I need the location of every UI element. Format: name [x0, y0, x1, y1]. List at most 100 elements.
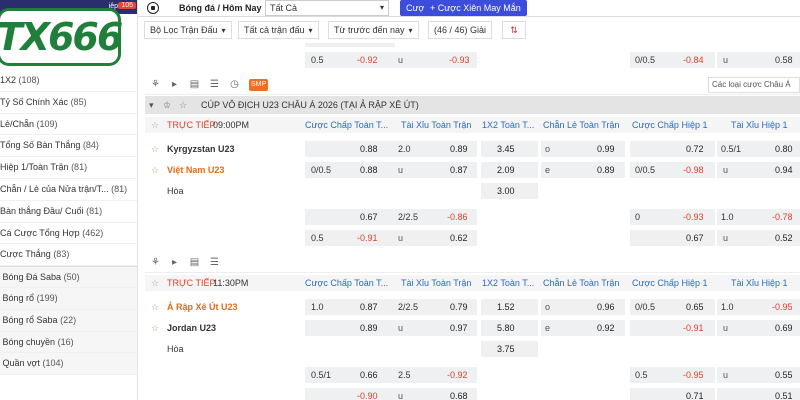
col-header-1x2: 1X2 Toàn T...: [482, 278, 535, 288]
sidebar-item-label: 1X2: [0, 75, 17, 85]
odds-cell[interactable]: [305, 209, 395, 225]
sidebar-item-total-goals[interactable]: Tổng Số Bàn Thắng (84): [0, 135, 137, 158]
chevron-down-icon: ▾: [408, 26, 413, 35]
odds-cell[interactable]: [305, 43, 395, 47]
sidebar-list: 1X2 (108) Tỷ Số Chính Xác (85) Lẻ/Chẵn (…: [0, 70, 137, 376]
sidebar-item-saba-soccer[interactable]: Bóng Đá Saba (50): [0, 266, 137, 288]
col-header-hdp: Cược Chấp Toàn T...: [305, 278, 389, 288]
chevron-down-icon: ▾: [379, 3, 384, 12]
chevron-down-icon: ▾: [308, 26, 313, 35]
odds-value: 0.94: [775, 165, 793, 175]
odds-value: 0.67: [360, 212, 378, 222]
odds-line: e: [545, 323, 551, 333]
list-icon[interactable]: ☰: [209, 257, 220, 268]
odds-value: 0.80: [775, 144, 793, 154]
table-row: ☆ Kyrgyzstan U23 0.88 2.0 0.89 3.45 o 0.…: [145, 139, 800, 159]
sidebar: iệp 105 TX666 1X2 (108) Tỷ Số Chính Xác …: [0, 0, 138, 400]
odds-value: 0.71: [686, 391, 704, 400]
league-name: CÚP VÔ ĐỊCH U23 CHÂU Á 2026 (TẠI Ả RẬP X…: [201, 100, 419, 110]
sport-select[interactable]: Tất Cả ▾: [265, 0, 389, 16]
odds-value: -0.93: [683, 212, 704, 222]
odds-value: 0.88: [360, 144, 378, 154]
sidebar-item-count: (50): [63, 272, 80, 283]
table-row: ☆ Ả Rập Xê Út U23 1.0 0.87 2/2.5 0.79 1.…: [145, 297, 800, 317]
odds-value: 0.52: [775, 233, 793, 243]
odds-line: 2.5: [398, 370, 411, 380]
odds-cell[interactable]: [305, 320, 395, 336]
odds-value: 0.51: [775, 391, 793, 400]
sidebar-item-odd-even[interactable]: Lẻ/Chẵn (109): [0, 114, 137, 136]
col-header-hdp: Cược Chấp Toàn T...: [305, 120, 389, 130]
lucky-parlay-button[interactable]: + Cược Xiên May Mắn: [424, 0, 527, 16]
league-header[interactable]: ▾ ♔ ☆ CÚP VÔ ĐỊCH U23 CHÂU Á 2026 (TẠI Ả…: [145, 96, 800, 114]
odds-value: 0.87: [450, 165, 468, 175]
scoreboard-icon[interactable]: ▤: [189, 79, 200, 90]
sidebar-item-outright[interactable]: Cược Thắng (83): [0, 244, 137, 267]
sidebar-item-saba-basketball[interactable]: Bóng rổ Saba (22): [0, 309, 137, 332]
sidebar-item-mix-parlay[interactable]: Cá Cược Tổng Hợp (462): [0, 223, 137, 245]
sidebar-item-basketball[interactable]: Bóng rổ (199): [0, 287, 137, 310]
favorite-icon[interactable]: ☆: [179, 97, 187, 113]
trophy-icon: ♔: [163, 100, 172, 110]
sidebar-item-first-last-goal[interactable]: Bàn thắng Đầu/ Cuối (81): [0, 201, 137, 223]
col-header-oe: Chẵn Lẻ Toàn Trận: [543, 278, 620, 288]
match-toolbar: ⚘ ▸ ▤ ☰ ◷ SMP Các loại cược Châu Á: [145, 75, 800, 95]
smp-badge[interactable]: SMP: [249, 79, 269, 91]
partial-row-1-cut: [145, 43, 800, 47]
collapse-icon[interactable]: ▾: [149, 97, 154, 113]
odds-value: 0.67: [686, 233, 704, 243]
sidebar-item-half-odd-even[interactable]: Chẵn / Lẻ của Nửa trận/T... (81): [0, 179, 137, 201]
odds-line: 1.0: [311, 302, 324, 312]
odds-line: u: [723, 55, 729, 65]
list-icon[interactable]: ☰: [209, 79, 220, 90]
odds-value: 0.89: [597, 165, 615, 175]
stats-icon[interactable]: ⚘: [150, 257, 161, 268]
scoreboard-icon[interactable]: ▤: [189, 257, 200, 268]
table-row: Hòa 3.00: [145, 181, 800, 201]
col-header-h1-ou: Tài Xỉu Hiệp 1: [731, 120, 788, 130]
star-icon[interactable]: ☆: [151, 320, 159, 336]
match-time: 11:30PM: [213, 278, 249, 288]
stats-icon[interactable]: ⚘: [150, 79, 161, 90]
bet-type-hint[interactable]: Các loại cược Châu Á: [708, 77, 800, 93]
lucky-parlay-button-label: Cược Xiên May Mắn: [437, 3, 521, 13]
odds-value: 3.00: [497, 186, 515, 196]
match-header: ☆ TRỰC TIẾP 11:30PM Cược Chấp Toàn T... …: [145, 275, 800, 291]
sidebar-item-1x2[interactable]: 1X2 (108): [0, 70, 137, 92]
odds-table: 0.5 -0.92 u -0.93 0/0.5 -0.84 u 0.58 ⚘ ▸…: [145, 43, 800, 400]
odds-line: 0.5: [311, 55, 324, 65]
clock-icon[interactable]: ◷: [229, 79, 240, 90]
league-count-label: (46 / 46) Giải: [434, 25, 487, 35]
away-team: Việt Nam U23: [167, 165, 225, 175]
star-icon[interactable]: ☆: [151, 299, 159, 315]
app-root: iệp 105 TX666 1X2 (108) Tỷ Số Chính Xác …: [0, 0, 800, 400]
odds-value: -0.95: [772, 302, 793, 312]
play-icon[interactable]: ▸: [169, 257, 180, 268]
odds-cell[interactable]: [305, 388, 395, 400]
star-icon[interactable]: ☆: [151, 162, 159, 178]
odds-line: e: [545, 165, 551, 175]
sidebar-item-correct-score[interactable]: Tỷ Số Chính Xác (85): [0, 92, 137, 114]
odds-value: -0.91: [357, 233, 378, 243]
sidebar-item-label: Quần vợt: [2, 358, 40, 369]
logo-text: TX666: [0, 15, 123, 59]
odds-line: 0: [635, 212, 641, 222]
sidebar-item-half-full[interactable]: Hiệp 1/Toàn Trận (81): [0, 157, 137, 179]
col-header-h1-ou: Tài Xỉu Hiệp 1: [731, 278, 788, 288]
odds-line: 0/0.5: [635, 165, 656, 175]
odds-value: 0.72: [686, 144, 704, 154]
odds-line: u: [398, 391, 404, 400]
odds-value: 0.79: [450, 302, 468, 312]
odds-cell[interactable]: [305, 141, 395, 157]
odds-value: 0.68: [450, 391, 468, 400]
sidebar-item-tennis[interactable]: Quần vợt (104): [0, 353, 137, 376]
odds-value: -0.92: [357, 55, 378, 65]
top-nav: Bóng đá / Hôm Nay Tất Cả ▾ Cược Xiên › +…: [138, 0, 800, 17]
sidebar-item-volleyball[interactable]: Bóng chuyền (16): [0, 331, 137, 354]
star-icon[interactable]: ☆: [151, 117, 159, 133]
play-icon[interactable]: ▸: [169, 79, 180, 90]
odds-value: -0.92: [447, 370, 468, 380]
odds-line: 0/0.5: [635, 302, 656, 312]
star-icon[interactable]: ☆: [151, 141, 159, 157]
star-icon[interactable]: ☆: [151, 275, 159, 291]
